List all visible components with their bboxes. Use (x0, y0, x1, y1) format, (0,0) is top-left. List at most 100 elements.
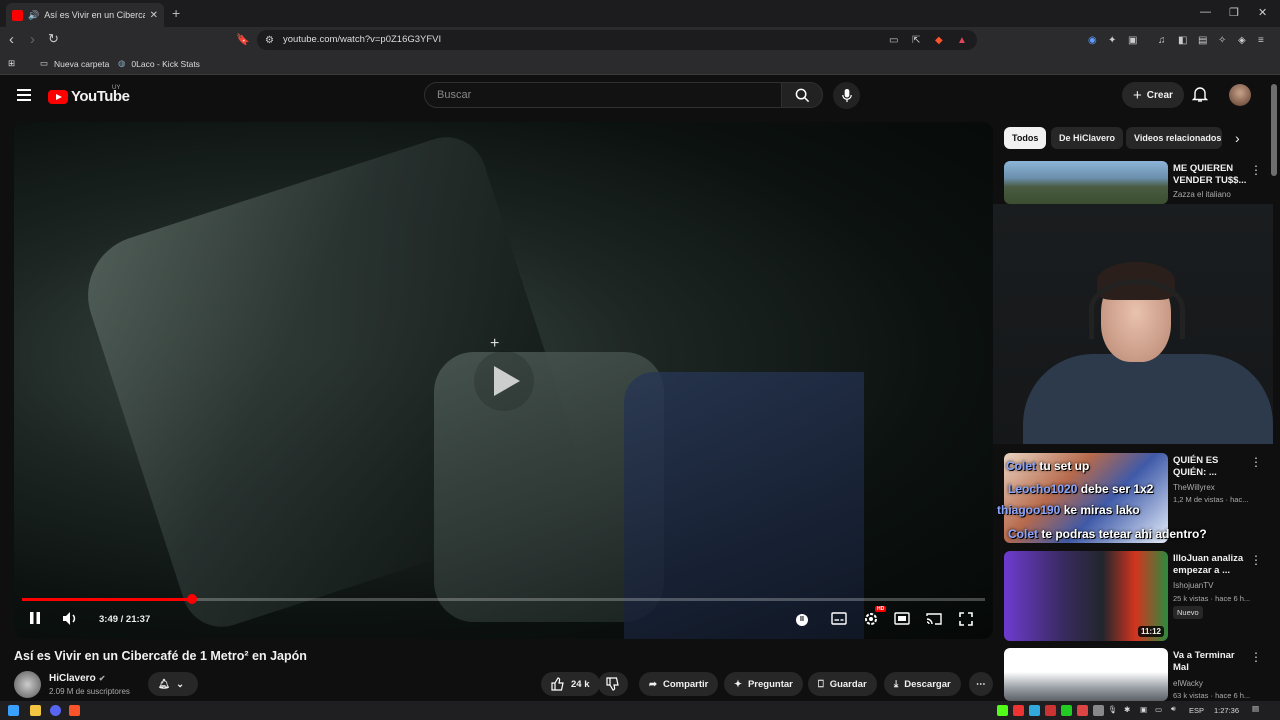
window-close-icon[interactable]: ✕ (1258, 6, 1267, 19)
hamburger-menu-icon[interactable] (17, 89, 31, 101)
related-video-title[interactable]: IlloJuan analiza empezar a ... (1173, 553, 1253, 577)
pause-icon[interactable] (29, 611, 41, 628)
video-thumbnail[interactable]: 11:12 (1004, 551, 1168, 641)
theater-mode-icon[interactable] (894, 612, 910, 628)
video-thumbnail[interactable] (1004, 648, 1168, 701)
share-icon[interactable]: ⇱ (912, 35, 920, 46)
related-video-title[interactable]: Va a Terminar Mal (1173, 650, 1253, 674)
related-video-card[interactable]: 11:12 IlloJuan analiza empezar a ... Ish… (1004, 551, 1269, 641)
menu-icon[interactable]: ≡ (1258, 35, 1264, 46)
channel-name[interactable]: HiClavero ✔ (49, 673, 105, 684)
network-icon[interactable]: ▭ (1155, 705, 1162, 714)
autoplay-toggle-icon[interactable]: II (796, 614, 808, 626)
tray-app-icon[interactable] (1045, 705, 1056, 716)
tray-app-icon[interactable] (1093, 705, 1104, 716)
url-field[interactable]: ⚙ youtube.com/watch?v=p0Z16G3YFVI ▭ ⇱ ◆ … (257, 30, 977, 50)
chip-videos-relacionados[interactable]: Videos relacionados (1126, 127, 1222, 149)
progress-bar[interactable] (22, 594, 985, 604)
tray-app-icon[interactable] (1013, 705, 1024, 716)
related-video-title[interactable]: ME QUIEREN VENDER TU$$... (1173, 163, 1253, 187)
file-explorer-icon[interactable] (30, 705, 41, 716)
brave-shield-icon[interactable]: ◆ (935, 35, 943, 46)
tray-app-icon[interactable] (1029, 705, 1040, 716)
search-button[interactable] (781, 82, 823, 108)
audio-icon[interactable]: ◉ (1088, 35, 1097, 46)
channel-avatar[interactable] (14, 671, 41, 698)
related-video-card[interactable]: Va a Terminar Mal elWacky 63 k vistas · … (1004, 648, 1269, 701)
page-scrollbar[interactable] (1271, 84, 1277, 176)
more-actions-button[interactable]: ⋯ (969, 672, 993, 696)
tray-icon[interactable]: ▣ (1140, 705, 1147, 714)
volume-icon[interactable] (62, 611, 79, 629)
notifications-bell-icon[interactable] (1191, 86, 1209, 108)
create-button[interactable]: + Crear (1122, 82, 1184, 108)
bluetooth-icon[interactable]: ✱ (1124, 705, 1130, 714)
video-thumbnail[interactable] (1004, 161, 1168, 204)
bookmark-folder[interactable]: ▭ Nueva carpeta (40, 58, 109, 69)
download-button[interactable]: ⤓ Descargar (884, 672, 961, 696)
save-button[interactable]: ⎕ Guardar (808, 672, 877, 696)
browser-tab-active[interactable]: 🔊 Así es Vivir en un Cibercafé de 1 Metr… (6, 3, 164, 27)
tray-app-icon[interactable] (1061, 705, 1072, 716)
related-video-channel[interactable]: elWacky (1173, 679, 1203, 688)
fullscreen-icon[interactable] (959, 612, 973, 629)
chip-todos[interactable]: Todos (1004, 127, 1047, 149)
more-options-icon[interactable]: ⋮ (1250, 553, 1262, 567)
voice-search-button[interactable] (833, 82, 860, 109)
speaker-tray-icon[interactable]: 🔊︎ (1171, 704, 1176, 714)
dislike-button[interactable] (598, 672, 628, 696)
windows-start-icon[interactable] (8, 705, 19, 716)
subscription-bell-button[interactable]: 🔔︎ ⌄ (148, 672, 198, 696)
brave-rewards-icon[interactable]: ▲ (957, 35, 967, 46)
site-info-icon[interactable]: ⚙ (265, 35, 274, 46)
close-tab-icon[interactable]: ✕ (150, 10, 158, 21)
vpn-icon[interactable]: ◈ (1238, 35, 1246, 46)
related-video-title[interactable]: QUIÉN ES QUIÉN: ... (1173, 455, 1253, 479)
youtube-logo[interactable]: YouTube UY (48, 85, 130, 105)
microphone-tray-icon[interactable]: 🎙︎ (1108, 705, 1118, 714)
like-button[interactable]: 24 k (541, 672, 600, 696)
related-video-channel[interactable]: Zazza el italiano (1173, 190, 1231, 199)
discord-icon[interactable] (50, 705, 61, 716)
back-icon[interactable]: ‹ (9, 31, 14, 48)
more-options-icon[interactable]: ⋮ (1250, 163, 1262, 177)
language-indicator[interactable]: ESP (1189, 706, 1204, 715)
media-icon[interactable]: ♫ (1158, 35, 1166, 46)
new-tab-icon[interactable]: + (172, 5, 180, 21)
user-avatar[interactable] (1229, 84, 1251, 106)
related-video-channel[interactable]: TheWillyrex (1173, 483, 1215, 492)
settings-gear-icon[interactable] (863, 611, 879, 630)
search-input[interactable]: Buscar (424, 82, 782, 108)
screenshot-icon[interactable]: ▣ (1128, 35, 1137, 46)
brave-browser-icon[interactable] (69, 705, 80, 716)
notifications-icon[interactable]: ▤ (1252, 704, 1259, 713)
ask-button[interactable]: ✦ Preguntar (724, 672, 803, 696)
related-video-channel[interactable]: IshojuanTV (1173, 581, 1213, 590)
big-play-icon[interactable] (474, 351, 534, 411)
sidebar-icon[interactable]: ◧ (1178, 35, 1187, 46)
tray-kick-icon[interactable] (997, 705, 1008, 716)
more-options-icon[interactable]: ⋮ (1250, 650, 1262, 664)
cast-icon[interactable]: ▭ (889, 35, 898, 46)
cast-tv-icon[interactable] (926, 612, 942, 628)
bookmark-kick-stats[interactable]: ◍ 0Laco - Kick Stats (118, 58, 200, 69)
leo-ai-icon[interactable]: ✧ (1218, 35, 1226, 46)
bookmark-page-icon[interactable]: 🔖 (236, 33, 250, 46)
forward-icon[interactable]: › (30, 31, 35, 48)
apps-grid-icon[interactable]: ⊞ (8, 58, 15, 69)
restore-icon[interactable]: ❐ (1229, 6, 1239, 19)
related-video-card[interactable]: ME QUIEREN VENDER TU$$... Zazza el itali… (1004, 161, 1269, 204)
chip-de-hiclavero[interactable]: De HiClavero (1051, 127, 1124, 149)
tray-app-icon[interactable] (1077, 705, 1088, 716)
extensions-icon[interactable]: ✦ (1108, 35, 1116, 46)
chips-next-chevron-icon[interactable]: › (1235, 130, 1240, 146)
subtitles-icon[interactable] (831, 612, 847, 628)
share-button[interactable]: ➦ Compartir (639, 672, 719, 696)
more-options-icon[interactable]: ⋮ (1250, 455, 1262, 469)
wallet-icon[interactable]: ▤ (1198, 35, 1207, 46)
reload-icon[interactable]: ↻ (48, 31, 59, 47)
chat-text: te podras tetear ahi adentro? (1041, 527, 1207, 541)
minimize-icon[interactable]: — (1200, 6, 1211, 18)
video-player[interactable]: + 3:49 / 21:37 II HD (14, 122, 993, 639)
clock[interactable]: 1:27:36 (1214, 706, 1239, 715)
